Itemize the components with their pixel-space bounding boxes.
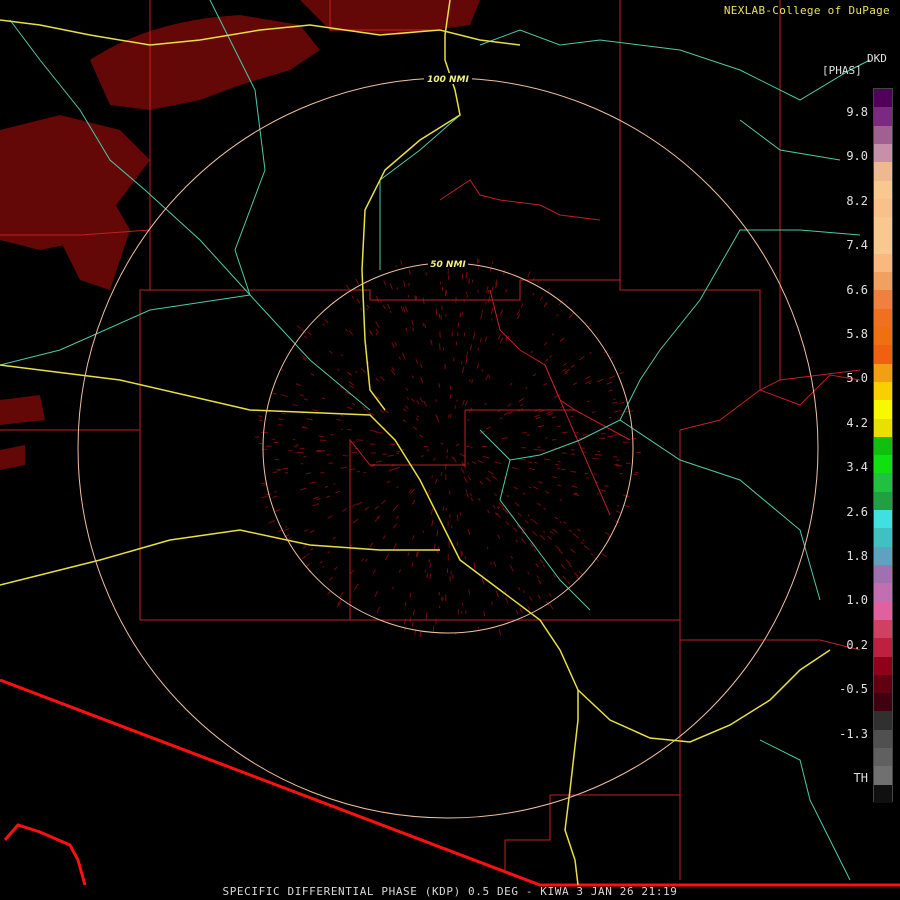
legend-tick: 9.8 bbox=[846, 105, 868, 119]
legend-tick: 6.6 bbox=[846, 282, 868, 297]
color-scale-swatch bbox=[874, 583, 892, 603]
color-scale-swatch bbox=[874, 308, 892, 328]
legend-tick: 4.2 bbox=[846, 415, 868, 430]
color-scale-swatch bbox=[874, 748, 892, 767]
color-scale-swatch bbox=[874, 436, 892, 456]
color-scale-swatch bbox=[874, 784, 892, 804]
color-scale-swatch bbox=[874, 272, 892, 291]
route-lines bbox=[0, 0, 871, 881]
legend-tick: 7.4 bbox=[846, 238, 868, 253]
color-scale-swatch bbox=[874, 656, 892, 676]
color-scale-swatch bbox=[874, 327, 892, 346]
color-scale-swatch bbox=[874, 766, 892, 786]
color-scale-swatch bbox=[874, 565, 892, 584]
color-scale-swatch bbox=[874, 674, 892, 694]
color-scale-swatch bbox=[874, 125, 892, 145]
range-label-50nmi: 50 NMI bbox=[430, 260, 466, 270]
color-scale-swatch bbox=[874, 290, 892, 310]
color-scale-swatch bbox=[874, 400, 892, 420]
color-scale-swatch bbox=[874, 473, 892, 493]
highway-lines bbox=[0, 0, 831, 886]
color-scale-swatch bbox=[874, 381, 892, 401]
legend-tick: 3.4 bbox=[846, 460, 868, 475]
county-lines bbox=[0, 0, 861, 880]
range-rings bbox=[77, 77, 819, 819]
clutter-speckle bbox=[254, 258, 642, 638]
legend-tick: -0.5 bbox=[839, 682, 868, 697]
color-scale-swatch bbox=[874, 198, 892, 218]
color-scale-swatch bbox=[874, 601, 892, 621]
legend-tick: 5.0 bbox=[846, 371, 868, 386]
product-caption: SPECIFIC DIFFERENTIAL PHASE (KDP) 0.5 DE… bbox=[222, 885, 678, 898]
legend-tick: 8.2 bbox=[846, 193, 868, 208]
border-lines bbox=[0, 678, 900, 887]
legend-tick: 2.6 bbox=[846, 504, 868, 519]
color-scale-swatch bbox=[874, 711, 892, 731]
radar-map-view: 100 NMI 50 NMI NEXLAB-College of DuPage … bbox=[0, 0, 900, 900]
legend-tick: -1.3 bbox=[839, 726, 868, 741]
legend-unit: [PHAS] bbox=[822, 64, 862, 77]
color-scale-swatch bbox=[874, 89, 892, 108]
color-scale-swatch bbox=[874, 180, 892, 200]
legend-tick: 1.0 bbox=[846, 593, 868, 608]
color-scale-swatch bbox=[874, 638, 892, 658]
color-scale-swatch bbox=[874, 363, 892, 383]
color-scale-swatch bbox=[874, 217, 892, 236]
color-scale-swatch bbox=[874, 455, 892, 474]
color-scale-swatch bbox=[874, 619, 892, 639]
range-label-100nmi: 100 NMI bbox=[427, 75, 469, 85]
color-scale-swatch bbox=[874, 729, 892, 749]
legend-tick: 5.8 bbox=[846, 327, 868, 341]
color-scale-swatch bbox=[874, 693, 892, 712]
color-scale-swatch bbox=[874, 345, 892, 365]
color-scale-swatch bbox=[874, 235, 892, 255]
legend-product: DKD bbox=[867, 52, 887, 65]
color-scale-bar bbox=[873, 88, 893, 804]
color-scale-swatch bbox=[874, 143, 892, 163]
color-scale-swatch bbox=[874, 107, 892, 127]
range-ring-100nmi bbox=[77, 77, 819, 819]
color-scale-swatch bbox=[874, 162, 892, 182]
color-scale-swatch bbox=[874, 528, 892, 548]
legend-tick: 0.2 bbox=[846, 637, 868, 652]
legend-tick: 1.8 bbox=[846, 549, 868, 563]
color-scale-swatch bbox=[874, 253, 892, 273]
legend-tick: TH bbox=[853, 771, 868, 785]
color-scale-swatch bbox=[874, 510, 892, 529]
legend-tick: 9.0 bbox=[846, 149, 868, 164]
color-scale-swatch bbox=[874, 546, 892, 566]
radar-map[interactable]: 100 NMI 50 NMI bbox=[0, 0, 900, 900]
color-scale-swatch bbox=[874, 491, 892, 511]
credit-label: NEXLAB-College of DuPage bbox=[723, 4, 890, 17]
color-scale-swatch bbox=[874, 418, 892, 438]
